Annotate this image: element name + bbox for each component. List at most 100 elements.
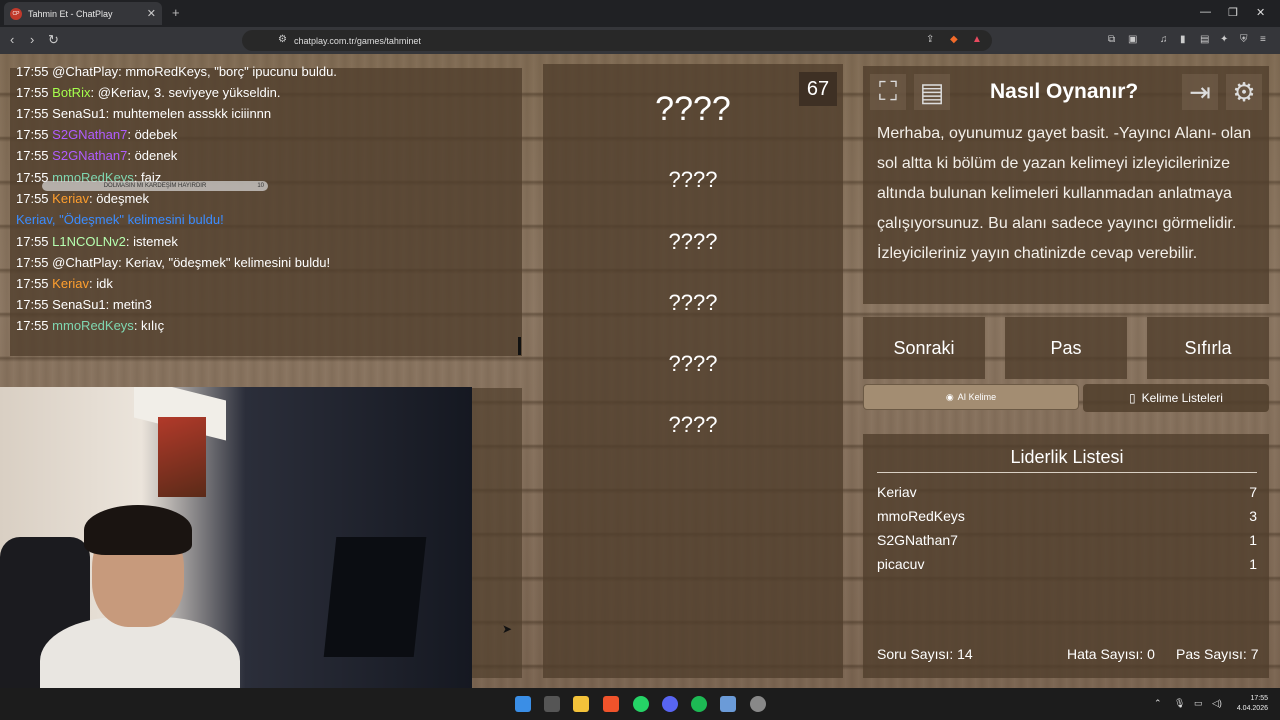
maximize-icon[interactable]: ❐: [1228, 6, 1238, 19]
webcam-poster: [158, 417, 206, 497]
leo-icon[interactable]: ✦: [1220, 34, 1228, 45]
rewards-icon[interactable]: ▲: [972, 34, 982, 45]
chat-username[interactable]: @ChatPlay: [52, 64, 118, 79]
extensions-icon[interactable]: ⧉: [1108, 34, 1115, 45]
volume-icon[interactable]: ◁): [1212, 698, 1222, 709]
chat-username[interactable]: S2GNathan7: [52, 148, 127, 163]
browser-tab[interactable]: CP Tahmin Et - ChatPlay ✕: [4, 2, 162, 25]
new-tab-icon[interactable]: +: [172, 5, 180, 20]
chat-username[interactable]: Keriav: [52, 276, 89, 291]
notes-icon[interactable]: ▤: [914, 74, 950, 110]
window-close-icon[interactable]: ✕: [1256, 6, 1265, 19]
chat-text: : ödeşmek: [89, 191, 150, 206]
player-score: 1: [1249, 556, 1257, 572]
chat-time: 17:55: [16, 106, 49, 121]
network-icon[interactable]: ▭: [1194, 698, 1203, 709]
chat-message: 17:55 S2GNathan7: ödenek: [16, 148, 177, 163]
pass-button[interactable]: Pas: [1005, 317, 1127, 379]
chat-username[interactable]: SenaSu1: [52, 297, 106, 312]
taskbar-clock[interactable]: 17:55 4.04.2026: [1237, 694, 1268, 714]
taskview-icon[interactable]: [544, 696, 560, 712]
overlay-count: 10: [257, 183, 264, 189]
browser-tabbar: CP Tahmin Et - ChatPlay ✕ + — ❐ ✕: [0, 0, 1280, 27]
chat-message: 17:55 SenaSu1: muhtemelen assskk iciiinn…: [16, 106, 271, 121]
hidden-word: ????: [668, 412, 718, 437]
reset-button[interactable]: Sıfırla: [1147, 317, 1269, 379]
obs-icon[interactable]: [750, 696, 766, 712]
player-score: 1: [1249, 532, 1257, 548]
error-count: Hata Sayısı: 0: [1067, 646, 1155, 662]
tab-close-icon[interactable]: ✕: [147, 7, 156, 20]
chat-time: 17:55: [16, 234, 49, 249]
discord-icon[interactable]: [662, 696, 678, 712]
chat-message: Keriav, "Ödeşmek" kelimesini buldu!: [16, 212, 224, 227]
chat-text: : ödenek: [127, 148, 178, 163]
chat-text: : ödebek: [127, 127, 178, 142]
chat-message: 17:55 SenaSu1: metin3: [16, 297, 152, 312]
share-icon[interactable]: ⇪: [926, 34, 934, 45]
brave-browser-icon[interactable]: [603, 696, 619, 712]
webcam-monitor: [323, 537, 427, 657]
chat-username[interactable]: BotRix: [52, 85, 90, 100]
word-lists-label: Kelime Listeleri: [1141, 391, 1223, 405]
player-score: 3: [1249, 508, 1257, 524]
forward-icon[interactable]: ›: [30, 32, 34, 47]
app-icon[interactable]: [720, 696, 736, 712]
ai-word-button[interactable]: ◉ AI Kelime: [863, 384, 1079, 410]
webcam-video: [0, 387, 472, 714]
chat-scrollbar[interactable]: [518, 337, 521, 355]
help-title: Nasıl Oynanır?: [990, 80, 1139, 103]
player-score: 7: [1249, 484, 1257, 500]
pass-count: Pas Sayısı: 7: [1176, 646, 1259, 662]
leaderboard-row: S2GNathan7 1: [877, 532, 1257, 548]
ai-word-label: AI Kelime: [957, 392, 997, 402]
chat-time: 17:55: [16, 148, 49, 163]
word-lists-button[interactable]: ▯ Kelime Listeleri: [1083, 384, 1269, 412]
chat-username[interactable]: L1NCOLNv2: [52, 234, 126, 249]
minimize-icon[interactable]: —: [1200, 6, 1211, 18]
sidebar-icon[interactable]: ▮: [1180, 34, 1186, 45]
whatsapp-icon[interactable]: [633, 696, 649, 712]
next-button[interactable]: Sonraki: [863, 317, 985, 379]
fullscreen-icon[interactable]: ⛶: [870, 74, 906, 110]
address-field[interactable]: chatplay.com.tr/games/tahminet: [242, 30, 992, 51]
chat-username[interactable]: @ChatPlay: [52, 255, 118, 270]
start-icon[interactable]: [515, 696, 531, 712]
overlay-text: DOLMASIN MI KARDEŞİM HAYIRDIR: [103, 183, 207, 189]
tab-title: Tahmin Et - ChatPlay: [28, 8, 113, 19]
settings-gear-icon[interactable]: ⚙: [1226, 74, 1262, 110]
wallet2-icon[interactable]: ▤: [1200, 34, 1209, 45]
chat-username[interactable]: SenaSu1: [52, 106, 106, 121]
player-name: picacuv: [877, 556, 925, 572]
logout-icon[interactable]: ⇥: [1182, 74, 1218, 110]
back-icon[interactable]: ‹: [10, 32, 14, 47]
wallet-icon[interactable]: ▣: [1128, 34, 1137, 45]
mic-icon[interactable]: 🎙: [1174, 698, 1185, 709]
media-icon[interactable]: ♫: [1160, 34, 1168, 45]
chat-text: : metin3: [105, 297, 152, 312]
file-explorer-icon[interactable]: [573, 696, 589, 712]
chat-text: : idk: [89, 276, 113, 291]
reload-icon[interactable]: ↻: [48, 32, 59, 48]
chat-message: 17:55 mmoRedKeys: kılıç: [16, 318, 164, 333]
clock-date: 4.04.2026: [1236, 705, 1268, 712]
tray-chevron-icon[interactable]: ⌃: [1154, 698, 1162, 709]
chat-message: 17:55 Keriav: idk: [16, 276, 113, 291]
player-name: S2GNathan7: [877, 532, 958, 548]
chat-time: 17:55: [16, 297, 49, 312]
chat-username[interactable]: Keriav: [52, 191, 89, 206]
hidden-word: ????: [668, 290, 718, 315]
chat-time: 17:55: [16, 191, 49, 206]
menu-icon[interactable]: ≡: [1260, 34, 1266, 45]
chat-username[interactable]: Keriav, "Ödeşmek" kelimesini buldu!: [16, 212, 224, 227]
site-info-icon[interactable]: ⚙: [278, 34, 287, 45]
chat-time: 17:55: [16, 276, 49, 291]
list-doc-icon: ▯: [1129, 391, 1136, 405]
spotify-icon[interactable]: [691, 696, 707, 712]
chat-username[interactable]: S2GNathan7: [52, 127, 127, 142]
vpn-icon[interactable]: ⛨: [1240, 34, 1248, 45]
brave-shield-icon[interactable]: ◆: [950, 34, 958, 45]
chat-text: : mmoRedKeys, "borç" ipucunu buldu.: [118, 64, 337, 79]
chat-username[interactable]: mmoRedKeys: [52, 318, 134, 333]
hidden-word-main: ????: [655, 90, 731, 128]
